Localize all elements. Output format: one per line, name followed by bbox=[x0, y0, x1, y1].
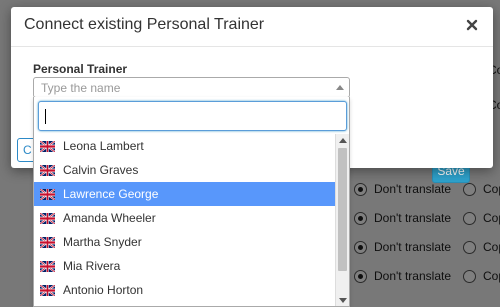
chevron-up-icon bbox=[336, 85, 344, 90]
uk-flag-icon bbox=[40, 188, 63, 200]
close-icon[interactable] bbox=[465, 18, 479, 32]
uk-flag-icon bbox=[40, 212, 63, 224]
dropdown-search bbox=[38, 101, 347, 131]
scroll-up-icon[interactable] bbox=[339, 138, 347, 143]
uk-flag-icon bbox=[40, 236, 63, 248]
trainer-option-label: Amanda Wheeler bbox=[63, 211, 156, 225]
dropdown-scrollbar[interactable] bbox=[335, 134, 349, 306]
trainer-option-label: Leona Lambert bbox=[63, 139, 144, 153]
trainer-option[interactable]: Mia Rivera bbox=[34, 254, 336, 278]
uk-flag-icon bbox=[40, 260, 63, 272]
personal-trainer-select[interactable]: Type the name bbox=[33, 77, 350, 98]
select-placeholder: Type the name bbox=[41, 81, 121, 95]
trainer-option-label: Martha Snyder bbox=[63, 235, 142, 249]
trainer-option[interactable]: Amanda Wheeler bbox=[34, 206, 336, 230]
trainer-option[interactable]: Martha Snyder bbox=[34, 230, 336, 254]
modal-title: Connect existing Personal Trainer bbox=[24, 16, 265, 33]
option-list: Leona Lambert Calvin Graves Lawrence Georg… bbox=[34, 134, 336, 302]
dropdown-search-input[interactable] bbox=[39, 102, 346, 130]
uk-flag-icon bbox=[40, 140, 63, 152]
scrollbar-thumb[interactable] bbox=[338, 148, 347, 271]
trainer-option[interactable]: Calvin Graves bbox=[34, 158, 336, 182]
trainer-option-label: Antonio Horton bbox=[63, 283, 144, 297]
trainer-option[interactable]: Leona Lambert bbox=[34, 134, 336, 158]
modal-header: Connect existing Personal Trainer bbox=[11, 7, 493, 47]
uk-flag-icon bbox=[40, 164, 63, 176]
personal-trainer-label: Personal Trainer bbox=[33, 62, 128, 76]
trainer-option-label: Lawrence George bbox=[63, 187, 159, 201]
trainer-option[interactable]: Antonio Horton bbox=[34, 278, 336, 302]
trainer-dropdown: Leona Lambert Calvin Graves Lawrence Georg… bbox=[33, 97, 350, 307]
trainer-option[interactable]: Lawrence George bbox=[34, 182, 336, 206]
scroll-down-icon[interactable] bbox=[339, 298, 347, 303]
text-caret bbox=[45, 109, 46, 124]
trainer-option-label: Mia Rivera bbox=[63, 259, 121, 273]
uk-flag-icon bbox=[40, 284, 63, 296]
trainer-option-label: Calvin Graves bbox=[63, 163, 139, 177]
